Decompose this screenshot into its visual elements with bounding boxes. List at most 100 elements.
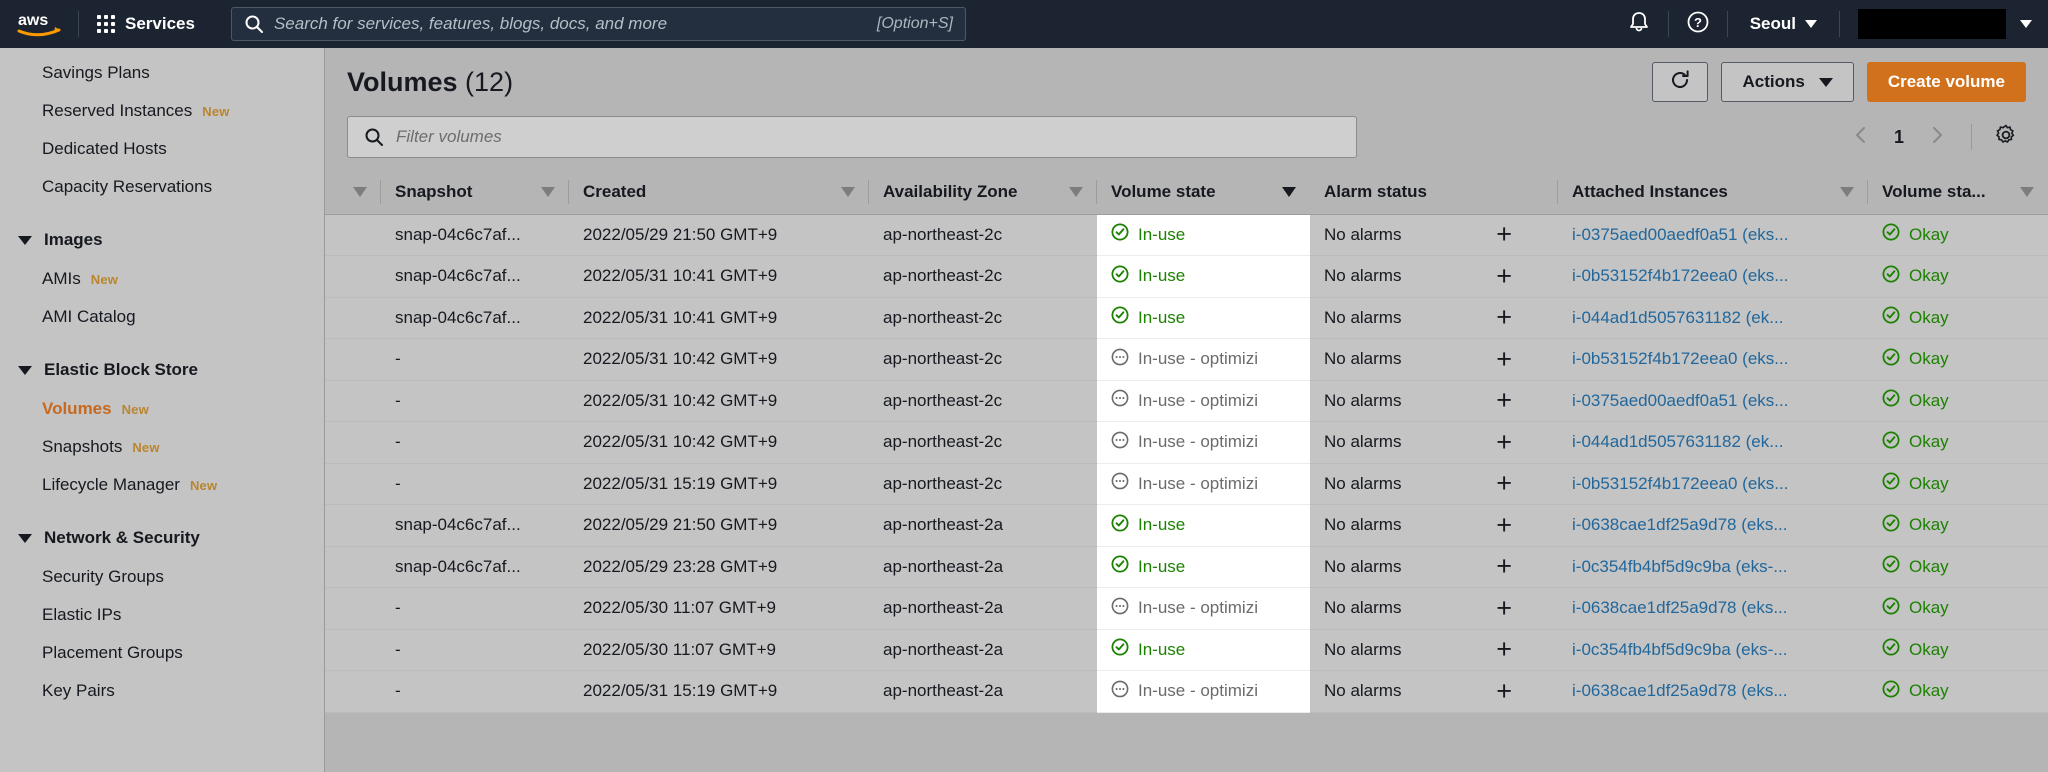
- attached-instance-link[interactable]: i-0b53152f4b172eea0 (eks...: [1572, 266, 1788, 285]
- attached-instance-link[interactable]: i-0c354fb4bf5d9c9ba (eks-...: [1572, 640, 1787, 659]
- pagination-next-button[interactable]: [1917, 117, 1957, 157]
- attached-instance-link[interactable]: i-044ad1d5057631182 (ek...: [1572, 432, 1783, 451]
- sidebar-item-security-groups[interactable]: Security Groups: [0, 558, 324, 596]
- actions-dropdown-button[interactable]: Actions: [1721, 62, 1853, 102]
- create-alarm-button[interactable]: +: [1496, 636, 1512, 663]
- attached-instance-link[interactable]: i-0c354fb4bf5d9c9ba (eks-...: [1572, 557, 1787, 576]
- attached-instance-link[interactable]: i-0638cae1df25a9d78 (eks...: [1572, 598, 1788, 617]
- sidebar-item-dedicated-hosts[interactable]: Dedicated Hosts: [0, 130, 324, 168]
- row-select-cell[interactable]: [325, 297, 381, 339]
- column-sort-icon[interactable]: [1069, 187, 1083, 197]
- notifications-button[interactable]: [1610, 0, 1668, 48]
- region-selector[interactable]: Seoul: [1728, 0, 1839, 48]
- table-row[interactable]: snap-04c6c7af...2022/05/29 23:28 GMT+9ap…: [325, 546, 2048, 588]
- pagination-prev-button[interactable]: [1841, 117, 1881, 157]
- table-row[interactable]: snap-04c6c7af...2022/05/31 10:41 GMT+9ap…: [325, 256, 2048, 298]
- refresh-button[interactable]: [1652, 62, 1708, 102]
- create-alarm-button[interactable]: +: [1496, 346, 1512, 373]
- table-row[interactable]: snap-04c6c7af...2022/05/31 10:41 GMT+9ap…: [325, 297, 2048, 339]
- create-alarm-button[interactable]: +: [1496, 595, 1512, 622]
- table-row[interactable]: snap-04c6c7af...2022/05/29 21:50 GMT+9ap…: [325, 505, 2048, 547]
- sidebar-item-elastic-ips[interactable]: Elastic IPs: [0, 596, 324, 634]
- row-select-cell[interactable]: [325, 505, 381, 547]
- row-select-cell[interactable]: [325, 422, 381, 464]
- account-menu[interactable]: [1840, 0, 2048, 48]
- column-sort-icon[interactable]: [353, 187, 367, 197]
- create-alarm-button[interactable]: +: [1496, 678, 1512, 705]
- column-header-created[interactable]: Created: [569, 170, 869, 214]
- attached-instance-link[interactable]: i-0b53152f4b172eea0 (eks...: [1572, 349, 1788, 368]
- column-sort-icon[interactable]: [2020, 187, 2034, 197]
- sidebar-item-key-pairs[interactable]: Key Pairs: [0, 672, 324, 710]
- sidebar-item-snapshots[interactable]: SnapshotsNew: [0, 428, 324, 466]
- row-select-cell[interactable]: [325, 214, 381, 256]
- attached-instance-link[interactable]: i-0b53152f4b172eea0 (eks...: [1572, 474, 1788, 493]
- table-row[interactable]: -2022/05/31 15:19 GMT+9ap-northeast-2cIn…: [325, 463, 2048, 505]
- sort-descending-icon[interactable]: [1282, 187, 1296, 197]
- create-alarm-button[interactable]: +: [1496, 429, 1512, 456]
- sidebar-group-elastic-block-store[interactable]: Elastic Block Store: [0, 350, 324, 390]
- row-select-cell[interactable]: [325, 629, 381, 671]
- sidebar-group-network-security[interactable]: Network & Security: [0, 518, 324, 558]
- alarm-status-label: No alarms: [1324, 515, 1401, 535]
- create-alarm-button[interactable]: +: [1496, 512, 1512, 539]
- column-header-volume-sta[interactable]: Volume sta...: [1868, 170, 2048, 214]
- table-row[interactable]: -2022/05/30 11:07 GMT+9ap-northeast-2aIn…: [325, 588, 2048, 630]
- create-volume-button[interactable]: Create volume: [1867, 62, 2026, 102]
- column-header-snapshot[interactable]: Snapshot: [381, 170, 569, 214]
- sidebar-item-ami-catalog[interactable]: AMI Catalog: [0, 298, 324, 336]
- table-row[interactable]: -2022/05/31 10:42 GMT+9ap-northeast-2cIn…: [325, 422, 2048, 464]
- attached-instance-link[interactable]: i-0638cae1df25a9d78 (eks...: [1572, 681, 1788, 700]
- row-select-cell[interactable]: [325, 339, 381, 381]
- row-select-cell[interactable]: [325, 256, 381, 298]
- sidebar-item-reserved-instances[interactable]: Reserved InstancesNew: [0, 92, 324, 130]
- row-select-cell[interactable]: [325, 588, 381, 630]
- create-alarm-button[interactable]: +: [1496, 221, 1512, 248]
- create-alarm-button[interactable]: +: [1496, 553, 1512, 580]
- row-select-cell[interactable]: [325, 463, 381, 505]
- attached-instance-link[interactable]: i-044ad1d5057631182 (ek...: [1572, 308, 1783, 327]
- sidebar-item-savings-plans[interactable]: Savings Plans: [0, 54, 324, 92]
- sidebar-item-lifecycle-manager[interactable]: Lifecycle ManagerNew: [0, 466, 324, 504]
- pagination-page-1[interactable]: 1: [1885, 127, 1913, 148]
- sidebar-item-capacity-reservations[interactable]: Capacity Reservations: [0, 168, 324, 206]
- table-row[interactable]: -2022/05/31 10:42 GMT+9ap-northeast-2cIn…: [325, 380, 2048, 422]
- column-sort-icon[interactable]: [541, 187, 555, 197]
- row-select-cell[interactable]: [325, 671, 381, 713]
- create-alarm-button[interactable]: +: [1496, 470, 1512, 497]
- column-header-volume-state[interactable]: Volume state: [1097, 170, 1310, 214]
- filter-volumes-input[interactable]: [396, 127, 1340, 147]
- services-menu-button[interactable]: Services: [79, 0, 213, 48]
- sidebar-item-amis[interactable]: AMIsNew: [0, 260, 324, 298]
- column-sort-icon[interactable]: [841, 187, 855, 197]
- row-select-cell[interactable]: [325, 380, 381, 422]
- status-ok-icon: [1111, 638, 1129, 661]
- column-header-select[interactable]: [325, 170, 381, 214]
- create-alarm-button[interactable]: +: [1496, 263, 1512, 290]
- aws-logo[interactable]: aws: [0, 0, 78, 48]
- main-content: Volumes (12) Actions Create volume: [325, 48, 2048, 772]
- attached-instance-link[interactable]: i-0375aed00aedf0a51 (eks...: [1572, 225, 1788, 244]
- sidebar-item-volumes[interactable]: VolumesNew: [0, 390, 324, 428]
- create-alarm-button[interactable]: +: [1496, 387, 1512, 414]
- table-row[interactable]: snap-04c6c7af...2022/05/29 21:50 GMT+9ap…: [325, 214, 2048, 256]
- row-select-cell[interactable]: [325, 546, 381, 588]
- create-alarm-button[interactable]: +: [1496, 304, 1512, 331]
- column-sort-icon[interactable]: [1840, 187, 1854, 197]
- table-row[interactable]: -2022/05/30 11:07 GMT+9ap-northeast-2aIn…: [325, 629, 2048, 671]
- table-row[interactable]: -2022/05/31 15:19 GMT+9ap-northeast-2aIn…: [325, 671, 2048, 713]
- column-header-alarm-status[interactable]: Alarm status: [1310, 170, 1558, 214]
- global-search-input[interactable]: [274, 14, 867, 34]
- table-preferences-button[interactable]: [1986, 117, 2026, 157]
- global-search-box[interactable]: [Option+S]: [231, 7, 966, 41]
- column-header-attached-instances[interactable]: Attached Instances: [1558, 170, 1868, 214]
- sidebar-item-placement-groups[interactable]: Placement Groups: [0, 634, 324, 672]
- attached-instance-link[interactable]: i-0638cae1df25a9d78 (eks...: [1572, 515, 1788, 534]
- filter-volumes-box[interactable]: [347, 116, 1357, 158]
- column-header-availability-zone[interactable]: Availability Zone: [869, 170, 1097, 214]
- table-row[interactable]: -2022/05/31 10:42 GMT+9ap-northeast-2cIn…: [325, 339, 2048, 381]
- help-button[interactable]: ?: [1669, 0, 1727, 48]
- sidebar-group-images[interactable]: Images: [0, 220, 324, 260]
- cell-attached-instances: i-0375aed00aedf0a51 (eks...: [1558, 214, 1868, 256]
- attached-instance-link[interactable]: i-0375aed00aedf0a51 (eks...: [1572, 391, 1788, 410]
